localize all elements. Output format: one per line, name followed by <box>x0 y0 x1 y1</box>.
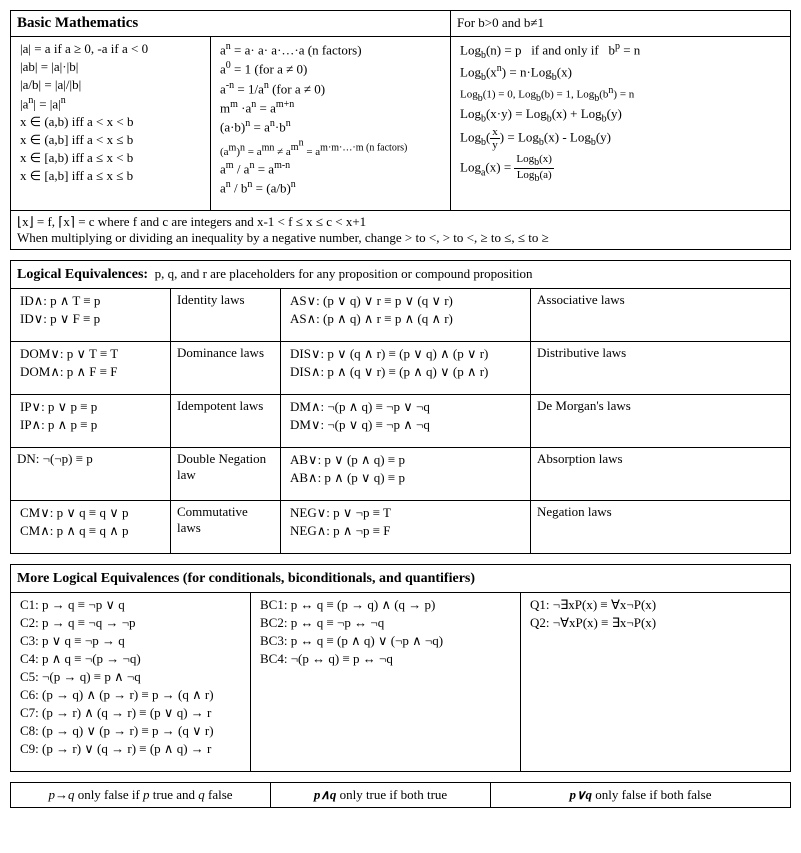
demorgan-laws-label: De Morgan's laws <box>531 395 791 448</box>
exp-row-5: (a·b)n = an·bn <box>217 117 444 136</box>
le-dis-1: DIS∨: p ∨ (q ∧ r) ≡ (p ∨ q) ∧ (p ∨ r) <box>287 345 524 363</box>
negation-laws-label: Negation laws <box>531 501 791 554</box>
log-row-4: Logb(x·y) = Logb(x) + Logb(y) <box>457 105 784 126</box>
abs-row-2: |ab| = |a|·|b| <box>17 58 204 76</box>
c-row-2: C2: p → q ≡ ¬q → ¬p <box>17 614 244 632</box>
abs-row-5: x ∈ (a,b) iff a < x < b <box>17 113 204 131</box>
distributive-laws-label: Distributive laws <box>531 342 791 395</box>
le-ab-2: AB∧: p ∧ (p ∨ q) ≡ p <box>287 469 524 487</box>
inequality-rule: When multiplying or dividing an inequali… <box>17 230 784 246</box>
log-row-3: Logb(1) = 0, Logb(b) = 1, Logb(bn) = n <box>457 84 784 105</box>
log-header: For b>0 and b≠1 <box>451 11 791 37</box>
section2-title: Logical Equivalences: <box>17 267 148 282</box>
abs-row-8: x ∈ [a,b] iff a ≤ x ≤ b <box>17 167 204 185</box>
c-row-9: C9: (p → r) ∨ (q → r) ≡ (p ∧ q) → r <box>17 740 244 758</box>
abs-row-4: |an| = |a|n <box>17 94 204 113</box>
le-dm-1: DM∧: ¬(p ∧ q) ≡ ¬p ∨ ¬q <box>287 398 524 416</box>
le-left-1: ID∧: p ∧ T ≡ p <box>17 292 164 310</box>
c-row-6: C6: (p → q) ∧ (p → r) ≡ p → (q ∧ r) <box>17 686 244 704</box>
c-row-5: C5: ¬(p → q) ≡ p ∧ ¬q <box>17 668 244 686</box>
section1-title: Basic Mathematics <box>17 15 138 31</box>
log-row-1: Logb(n) = p if and only if bp = n <box>457 40 784 62</box>
log-row-6: Loga(x) = Logb(x)Logb(a) <box>457 152 784 185</box>
c-row-8: C8: (p → q) ∨ (p → r) ≡ p → (q ∨ r) <box>17 722 244 740</box>
c-row-3: C3: p ∨ q ≡ ¬p → q <box>17 632 244 650</box>
c-row-1: C1: p → q ≡ ¬p ∨ q <box>17 596 244 614</box>
bc-row-2: BC2: p ↔ q ≡ ¬p ↔ ¬q <box>257 614 514 632</box>
exp-row-8: an / bn = (a/b)n <box>217 178 444 197</box>
abs-row-6: x ∈ (a,b] iff a < x ≤ b <box>17 131 204 149</box>
le-ab-1: AB∨: p ∨ (p ∧ q) ≡ p <box>287 451 524 469</box>
exp-row-1: an = a· a· a·…·a (n factors) <box>217 40 444 59</box>
exp-row-4: mm ·an = am+n <box>217 98 444 117</box>
exp-row-7: am / an = am-n <box>217 159 444 178</box>
log-row-2: Logb(xn) = n·Logb(x) <box>457 62 784 84</box>
le-neg-1: NEG∨: p ∨ ¬p ≡ T <box>287 504 524 522</box>
bc-row-1: BC1: p ↔ q ≡ (p → q) ∧ (q → p) <box>257 596 514 614</box>
le-cm-1: CM∨: p ∨ q ≡ q ∨ p <box>17 504 164 522</box>
identity-laws-label: Identity laws <box>171 289 281 342</box>
le-dm-2: DM∨: ¬(p ∨ q) ≡ ¬p ∧ ¬q <box>287 416 524 434</box>
q-row-1: Q1: ¬∃xP(x) ≡ ∀x¬P(x) <box>527 596 784 614</box>
legend-col2: p∧q only true if both true <box>314 787 447 802</box>
legend-col1: p→q only false if p true and q false <box>48 787 232 802</box>
le-dis-2: DIS∧: p ∧ (q ∨ r) ≡ (p ∧ q) ∨ (p ∧ r) <box>287 363 524 381</box>
log-row-5: Logb(xy) = Logb(x) - Logb(y) <box>457 125 784 152</box>
q-row-2: Q2: ¬∀xP(x) ≡ ∃x¬P(x) <box>527 614 784 632</box>
dominance-laws-label: Dominance laws <box>171 342 281 395</box>
associative-laws-label: Associative laws <box>531 289 791 342</box>
le-dom-2: DOM∧: p ∧ F ≡ F <box>17 363 164 381</box>
le-ip-2: IP∧: p ∧ p ≡ p <box>17 416 164 434</box>
le-dom-1: DOM∨: p ∨ T ≡ T <box>17 345 164 363</box>
section2-subtitle: p, q, and r are placeholders for any pro… <box>151 266 532 281</box>
idempotent-laws-label: Idempotent laws <box>171 395 281 448</box>
le-left-2: ID∨: p ∨ F ≡ p <box>17 310 164 328</box>
abs-row-7: x ∈ [a,b) iff a ≤ x < b <box>17 149 204 167</box>
le-ip-1: IP∨: p ∨ p ≡ p <box>17 398 164 416</box>
c-row-4: C4: p ∧ q ≡ ¬(p → ¬q) <box>17 650 244 668</box>
le-cm-2: CM∧: p ∧ q ≡ q ∧ p <box>17 522 164 540</box>
exp-row-6: (am)n = amn ≠ amn = am·m·…·m (n factors) <box>217 137 444 159</box>
abs-row-1: |a| = a if a ≥ 0, -a if a < 0 <box>17 40 204 58</box>
absorption-laws-label: Absorption laws <box>531 448 791 501</box>
le-dn: DN: ¬(¬p) ≡ p <box>11 448 171 501</box>
bc-row-4: BC4: ¬(p ↔ q) ≡ p ↔ ¬q <box>257 650 514 668</box>
section3-title: More Logical Equivalences (for condition… <box>17 571 475 586</box>
floor-ceil: ⌊x⌋ = f, ⌈x⌉ = c where f and c are integ… <box>17 214 784 230</box>
exp-row-3: a-n = 1/an (for a ≠ 0) <box>217 79 444 98</box>
commutative-laws-label: Commutative laws <box>171 501 281 554</box>
double-negation-label: Double Negation law <box>171 448 281 501</box>
exp-row-2: a0 = 1 (for a ≠ 0) <box>217 59 444 78</box>
c-row-7: C7: (p → r) ∧ (q → r) ≡ (p ∨ q) → r <box>17 704 244 722</box>
legend-col3: p∨q only false if both false <box>569 787 711 802</box>
le-right-2: AS∧: (p ∧ q) ∧ r ≡ p ∧ (q ∧ r) <box>287 310 524 328</box>
le-neg-2: NEG∧: p ∧ ¬p ≡ F <box>287 522 524 540</box>
abs-row-3: |a/b| = |a|/|b| <box>17 76 204 94</box>
le-right-1: AS∨: (p ∨ q) ∨ r ≡ p ∨ (q ∨ r) <box>287 292 524 310</box>
bc-row-3: BC3: p ↔ q ≡ (p ∧ q) ∨ (¬p ∧ ¬q) <box>257 632 514 650</box>
